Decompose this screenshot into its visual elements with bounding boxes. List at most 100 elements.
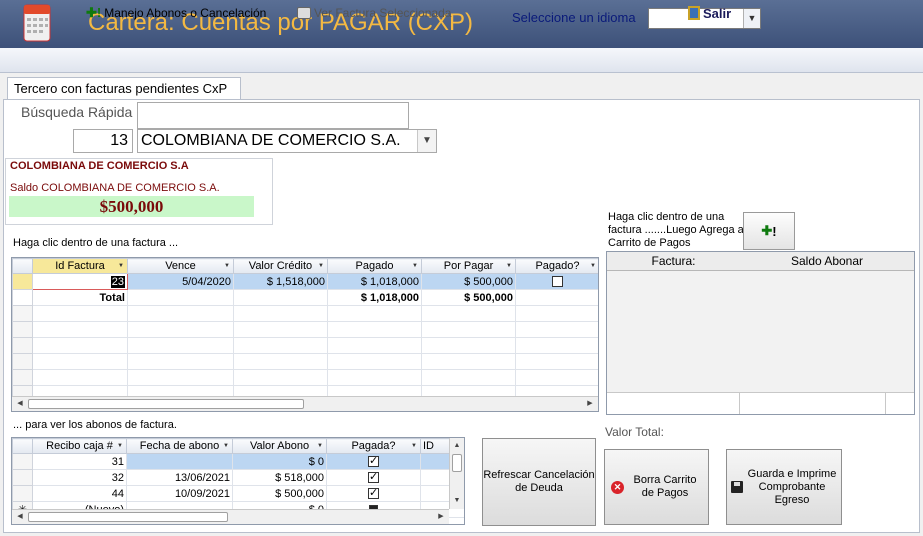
- cart-col-factura: Factura:: [651, 254, 696, 268]
- abonos-button[interactable]: ✚! Manejo Abonos o Cancelación: [86, 4, 266, 22]
- cell-valor[interactable]: $ 500,000: [232, 485, 327, 502]
- tercero-select-value: COLOMBIANA DE COMERCIO S.A.: [141, 132, 401, 149]
- scroll-left-icon[interactable]: ◀: [13, 510, 27, 524]
- table-row[interactable]: 23 5/04/2020 $ 1,518,000 $ 1,018,000 $ 5…: [12, 273, 598, 290]
- total-row: Total $ 1,018,000 $ 500,000: [12, 289, 598, 306]
- scroll-up-icon[interactable]: ▲: [450, 439, 464, 453]
- save-icon: [731, 481, 743, 493]
- salir-label: Salir: [703, 5, 732, 21]
- scroll-down-icon[interactable]: ▼: [450, 494, 464, 508]
- salir-button[interactable]: Salir: [688, 4, 731, 22]
- col-pagado[interactable]: Pagado ▼: [327, 258, 422, 274]
- cell-recibo[interactable]: 44: [32, 485, 127, 502]
- row-selector[interactable]: [12, 469, 33, 486]
- vertical-scrollbar[interactable]: ▲ ▼: [449, 438, 464, 509]
- borra-carrito-button[interactable]: ✕ Borra Carrito de Pagos: [604, 449, 709, 525]
- horizontal-scrollbar[interactable]: ◀ ▶: [12, 396, 598, 411]
- cell-pagada[interactable]: [326, 485, 421, 502]
- borra-carrito-label: Borra Carrito de Pagos: [633, 474, 697, 499]
- col-valor-credito[interactable]: Valor Crédito ▼: [233, 258, 328, 274]
- quick-search-label: Búsqueda Rápida: [21, 104, 133, 120]
- col-fecha[interactable]: Fecha de abono ▼: [126, 438, 233, 454]
- select-all-cell[interactable]: [12, 438, 33, 454]
- select-all-cell[interactable]: [12, 258, 33, 274]
- cart-col-saldo: Saldo Abonar: [790, 254, 864, 268]
- printer-icon: [297, 7, 311, 19]
- checkbox[interactable]: [368, 455, 379, 468]
- cart-list[interactable]: Factura: Saldo Abonar: [606, 251, 915, 415]
- empty-row: [12, 353, 598, 370]
- add-to-cart-label: !: [772, 223, 777, 239]
- cell-vence[interactable]: 5/04/2020: [127, 273, 234, 290]
- cell-valor[interactable]: $ 0: [232, 453, 327, 470]
- cell-id-factura[interactable]: 23: [32, 273, 128, 290]
- cell-pagada[interactable]: [326, 453, 421, 470]
- table-row[interactable]: 31 $ 0: [12, 453, 464, 470]
- scroll-right-icon[interactable]: ▶: [434, 510, 448, 524]
- scroll-thumb[interactable]: [452, 454, 462, 472]
- tab-tercero[interactable]: Tercero con facturas pendientes CxP: [7, 77, 241, 99]
- cell-fecha[interactable]: 10/09/2021: [126, 485, 233, 502]
- guarda-imprime-label: Guarda e Imprime Comprobante Egreso: [747, 467, 837, 506]
- cell-por-pagar[interactable]: $ 500,000: [421, 273, 516, 290]
- cart-hint: Haga clic dentro de una factura .......L…: [608, 211, 744, 249]
- tercero-select[interactable]: COLOMBIANA DE COMERCIO S.A. ▼: [137, 129, 437, 153]
- empty-cell: [233, 289, 328, 306]
- cell-pagado-chk[interactable]: [515, 273, 598, 290]
- refrescar-button[interactable]: Refrescar Cancelación de Deuda: [482, 438, 596, 526]
- facturas-hint: Haga clic dentro de una factura ...: [13, 237, 179, 249]
- table-row[interactable]: 44 10/09/2021 $ 500,000: [12, 485, 464, 502]
- valor-total-label: Valor Total:: [605, 425, 664, 439]
- cell-pagada[interactable]: [326, 469, 421, 486]
- cell-pagado[interactable]: $ 1,018,000: [327, 273, 422, 290]
- col-por-pagar[interactable]: Por Pagar ▼: [421, 258, 516, 274]
- col-vence[interactable]: Vence ▼: [127, 258, 234, 274]
- total-pagado: $ 1,018,000: [327, 289, 422, 306]
- empty-row: [12, 321, 598, 338]
- tercero-id-field[interactable]: 13: [73, 129, 133, 153]
- chevron-down-icon[interactable]: ▼: [417, 130, 436, 152]
- cart-footer: [607, 392, 914, 414]
- row-selector[interactable]: [12, 453, 33, 470]
- col-valor-abono[interactable]: Valor Abono ▼: [232, 438, 327, 454]
- ver-factura-button[interactable]: Ver Factura Seleccionada: [297, 4, 451, 22]
- abonos-grid[interactable]: Recibo caja # ▼ Fecha de abono ▼ Valor Abo…: [11, 437, 465, 525]
- scroll-right-icon[interactable]: ▶: [583, 397, 597, 411]
- facturas-header-row: Id Factura ▼ Vence ▼ Valor Crédito ▼ Pagado…: [12, 258, 598, 274]
- cell-valor[interactable]: $ 518,000: [232, 469, 327, 486]
- abonos-hint: ... para ver los abonos de factura.: [13, 419, 177, 431]
- row-selector[interactable]: [12, 273, 33, 290]
- row-selector: [12, 289, 33, 306]
- empty-row: [12, 369, 598, 386]
- col-pagada[interactable]: Pagada? ▼: [326, 438, 421, 454]
- scroll-left-icon[interactable]: ◀: [13, 397, 27, 411]
- exit-door-icon: [688, 6, 700, 20]
- cell-recibo[interactable]: 32: [32, 469, 127, 486]
- total-label: Total: [32, 289, 128, 306]
- col-recibo[interactable]: Recibo caja # ▼: [32, 438, 127, 454]
- facturas-grid[interactable]: Id Factura ▼ Vence ▼ Valor Crédito ▼ Pagado…: [11, 257, 599, 412]
- table-row[interactable]: 32 13/06/2021 $ 518,000: [12, 469, 464, 486]
- cart-header: Factura: Saldo Abonar: [607, 252, 914, 271]
- abonos-button-label: Manejo Abonos o Cancelación: [104, 6, 267, 20]
- scroll-thumb[interactable]: [28, 399, 304, 409]
- cell-recibo[interactable]: 31: [32, 453, 127, 470]
- add-to-cart-button[interactable]: ✚ !: [743, 212, 795, 250]
- chevron-down-icon[interactable]: ▼: [743, 9, 760, 28]
- col-id-factura[interactable]: Id Factura ▼: [32, 258, 128, 274]
- empty-cell: [515, 289, 598, 306]
- horizontal-scrollbar[interactable]: ◀ ▶: [12, 509, 449, 524]
- checkbox[interactable]: [552, 276, 563, 288]
- quick-search-input[interactable]: [137, 102, 409, 129]
- scroll-thumb[interactable]: [28, 512, 228, 522]
- guarda-imprime-button[interactable]: Guarda e Imprime Comprobante Egreso: [726, 449, 842, 525]
- empty-row: [12, 305, 598, 322]
- plus-icon: ✚: [761, 223, 773, 238]
- checkbox[interactable]: [368, 487, 379, 500]
- row-selector[interactable]: [12, 485, 33, 502]
- col-pagado-chk[interactable]: Pagado? ▼: [515, 258, 598, 274]
- cell-fecha[interactable]: 13/06/2021: [126, 469, 233, 486]
- checkbox[interactable]: [368, 471, 379, 484]
- cell-fecha[interactable]: [126, 453, 233, 470]
- cell-valor-credito[interactable]: $ 1,518,000: [233, 273, 328, 290]
